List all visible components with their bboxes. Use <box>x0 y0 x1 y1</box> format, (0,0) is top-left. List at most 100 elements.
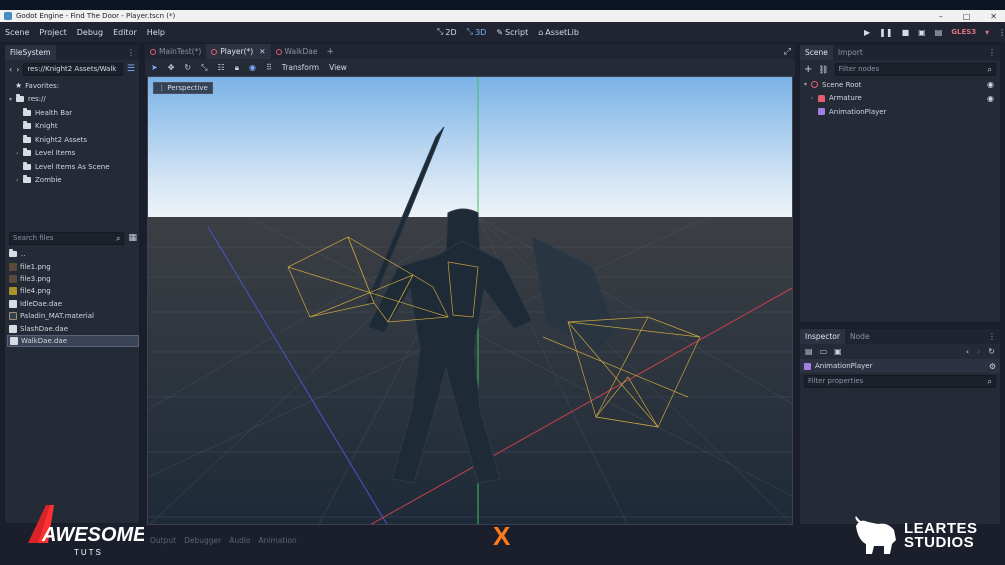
tab-walkdae[interactable]: WalkDae <box>271 44 323 59</box>
mode-assetlib[interactable]: ⌂ AssetLib <box>538 28 579 37</box>
folder-icon <box>23 175 31 184</box>
perspective-menu[interactable]: ⋮ Perspective <box>153 82 213 94</box>
list-item[interactable]: IdleDae.dae <box>7 298 139 310</box>
renderer-chevron-icon[interactable]: ▾ <box>985 28 989 37</box>
renderer-selector[interactable]: GLES3 <box>951 28 976 36</box>
play-custom-scene-icon[interactable]: ▤ <box>935 28 943 37</box>
lock-icon[interactable]: 🔒︎ <box>235 63 239 73</box>
filter-nodes-input[interactable]: Filter nodes ⌕ <box>834 62 996 76</box>
mode-script[interactable]: ✎ Script <box>496 28 528 37</box>
split-view-icon[interactable]: ☰ <box>127 64 135 74</box>
new-resource-icon[interactable]: ▤ <box>805 347 813 356</box>
tree-node-armature[interactable]: › Armature ◉ <box>800 92 1000 106</box>
folder-row[interactable]: Knight2 Assets <box>5 133 139 147</box>
menu-editor[interactable]: Editor <box>108 28 142 37</box>
move-tool-icon[interactable]: ✥ <box>168 63 175 72</box>
add-node-icon[interactable]: + <box>804 64 812 75</box>
orange-x-mark: X <box>493 521 511 551</box>
path-field[interactable]: res://Knight2 Assets/Walk <box>23 62 123 76</box>
forward-icon[interactable]: › <box>16 65 19 74</box>
tab-scene[interactable]: Scene <box>800 45 833 60</box>
rotate-tool-icon[interactable]: ↻ <box>184 63 191 72</box>
view-menu[interactable]: View <box>329 63 347 72</box>
tab-animation[interactable]: Animation <box>259 536 297 545</box>
inspector-dock: Inspector Node ⋮ ▤ ▭ ▣ ‹ › ↻ AnimationPl… <box>799 328 1001 525</box>
tab-maintest[interactable]: MainTest(*) <box>145 44 206 59</box>
favorites-row[interactable]: ★ Favorites: <box>5 79 139 93</box>
dock-menu-icon[interactable]: ⋮ <box>988 332 996 341</box>
list-item-selected[interactable]: WalkDae.dae <box>7 334 139 348</box>
folder-row[interactable]: Knight <box>5 120 139 134</box>
play-scene-icon[interactable]: ▣ <box>918 28 926 37</box>
leartes-studios-logo: LEARTES STUDIOS <box>852 514 982 558</box>
back-icon[interactable]: ‹ <box>9 65 12 74</box>
menu-scene[interactable]: Scene <box>0 28 34 37</box>
distraction-free-icon[interactable]: ⤢ <box>784 47 791 57</box>
grid-view-icon[interactable]: ▦ <box>128 233 137 243</box>
tab-node[interactable]: Node <box>845 329 875 344</box>
tree-node-animationplayer[interactable]: AnimationPlayer <box>800 105 1000 119</box>
tab-import[interactable]: Import <box>833 45 868 60</box>
tab-player[interactable]: Player(*) ✕ <box>206 44 271 59</box>
3d-viewport[interactable]: ⋮ Perspective <box>147 76 793 525</box>
new-scene-tab-icon[interactable]: + <box>326 47 334 57</box>
folder-row[interactable]: Health Bar <box>5 106 139 120</box>
link-icon[interactable]: ⛓ <box>818 65 828 74</box>
folder-row[interactable]: Level Items As Scene <box>5 160 139 174</box>
expand-icon[interactable]: ▾ <box>804 81 811 88</box>
close-tab-icon[interactable]: ✕ <box>259 47 265 56</box>
history-list-icon[interactable]: ↻ <box>988 347 995 356</box>
scene-dock: Scene Import ⋮ + ⛓ Filter nodes ⌕ ▾ Scen… <box>799 44 1001 323</box>
menu-debug[interactable]: Debug <box>72 28 108 37</box>
root-folder-row[interactable]: ▾ res:// <box>5 93 139 107</box>
editor-settings-icon[interactable]: ⋮ <box>998 28 1005 37</box>
tab-audio[interactable]: Audio <box>229 536 250 545</box>
collapse-arrow-icon[interactable]: › <box>16 177 23 184</box>
scale-tool-icon[interactable]: ⤡ <box>201 63 207 73</box>
list-item[interactable]: SlashDae.dae <box>7 322 139 334</box>
search-files-input[interactable]: Search files ⌕ <box>9 231 125 245</box>
inspected-object[interactable]: AnimationPlayer ⚙ <box>800 359 1000 373</box>
mode-3d[interactable]: ⤡ 3D <box>467 27 487 37</box>
tab-inspector[interactable]: Inspector <box>800 329 845 344</box>
expand-icon[interactable]: ▾ <box>9 96 16 103</box>
play-icon[interactable]: ▶ <box>864 28 870 37</box>
object-properties-icon[interactable]: ⚙ <box>989 362 996 371</box>
tab-debugger[interactable]: Debugger <box>184 536 221 545</box>
list-item[interactable]: file1.png <box>7 260 139 272</box>
history-forward-icon[interactable]: › <box>977 347 980 356</box>
dock-menu-icon[interactable]: ⋮ <box>127 48 135 57</box>
select-tool-icon[interactable]: ➤ <box>151 63 158 72</box>
tree-node-scene-root[interactable]: ▾ Scene Root ◉ <box>800 78 1000 92</box>
menu-project[interactable]: Project <box>34 28 71 37</box>
minimize-button[interactable]: – <box>939 12 943 21</box>
list-select-icon[interactable]: ☷ <box>218 63 225 72</box>
list-item[interactable]: .. <box>7 248 139 260</box>
load-resource-icon[interactable]: ▭ <box>820 347 828 356</box>
pause-icon[interactable]: ❚❚ <box>879 28 892 37</box>
save-resource-icon[interactable]: ▣ <box>834 347 842 356</box>
visibility-eye-icon[interactable]: ◉ <box>987 80 994 89</box>
snap-icon[interactable]: ⠿ <box>266 63 272 72</box>
collapse-arrow-icon[interactable]: › <box>16 150 23 157</box>
list-item[interactable]: Paladin_MAT.material <box>7 310 139 322</box>
local-space-icon[interactable]: ◉ <box>249 63 256 72</box>
dock-menu-icon[interactable]: ⋮ <box>988 48 996 57</box>
maximize-button[interactable]: □ <box>963 12 971 21</box>
list-item[interactable]: file4.png <box>7 285 139 297</box>
list-item[interactable]: file3.png <box>7 273 139 285</box>
close-window-button[interactable]: ✕ <box>990 12 997 21</box>
folder-row[interactable]: › Level Items <box>5 147 139 161</box>
tab-filesystem[interactable]: FileSystem <box>5 45 56 60</box>
visibility-eye-icon[interactable]: ◉ <box>987 94 994 103</box>
mode-2d[interactable]: ⤡ 2D <box>437 27 457 37</box>
history-back-icon[interactable]: ‹ <box>966 347 969 356</box>
filter-properties-input[interactable]: Filter properties ⌕ <box>804 375 996 388</box>
transform-menu[interactable]: Transform <box>282 63 319 72</box>
tab-output[interactable]: Output <box>150 536 176 545</box>
stop-icon[interactable]: ■ <box>902 28 910 37</box>
collapse-arrow-icon[interactable]: › <box>811 95 818 102</box>
folder-row[interactable]: › Zombie <box>5 174 139 188</box>
path-bar: ‹ › res://Knight2 Assets/Walk ☰ <box>5 61 139 77</box>
menu-help[interactable]: Help <box>142 28 170 37</box>
